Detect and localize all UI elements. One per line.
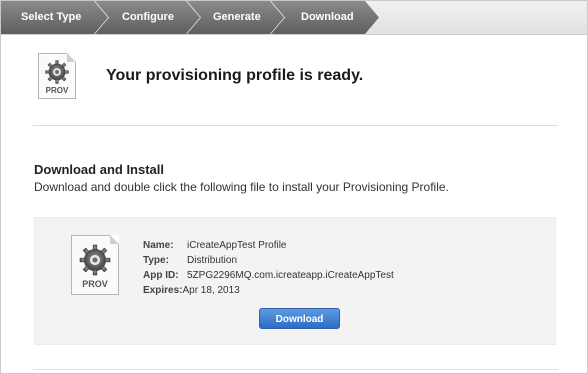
icon-caption: PROV [82,279,108,289]
step-configure[interactable]: Configure [95,1,200,34]
step-label: Download [301,11,354,23]
provisioning-profile-icon: PROV [38,53,76,99]
detail-key: App ID: [143,270,179,281]
detail-key: Type: [143,255,169,266]
download-button[interactable]: Download [259,308,340,329]
detail-row-expires: Expires:Apr 18, 2013 [143,283,394,298]
detail-value: iCreateAppTest Profile [187,240,287,251]
detail-value: Distribution [187,255,238,266]
profile-details: Name: iCreateAppTest Profile Type: Distrib… [143,238,394,298]
section-title: Download and Install [34,162,165,177]
gear-icon [45,60,69,84]
icon-caption: PROV [45,86,69,95]
step-select-type[interactable]: Select Type [1,1,108,34]
divider [33,369,558,370]
step-label: Configure [122,11,174,23]
section-description: Download and double click the following … [34,180,449,194]
page-title: Your provisioning profile is ready. [106,67,364,84]
detail-row-name: Name: iCreateAppTest Profile [143,238,394,253]
detail-value: Apr 18, 2013 [182,285,240,296]
step-breadcrumb: Select Type Configure Generate Download [1,1,587,35]
step-label: Generate [213,11,261,23]
detail-value: 5ZPG2296MQ.com.icreateapp.iCreateAppTest [187,270,394,281]
step-download[interactable]: Download [271,1,379,34]
detail-row-type: Type: Distribution [143,253,394,268]
detail-key: Name: [143,240,174,251]
detail-key: Expires: [143,285,183,296]
detail-row-app-id: App ID: 5ZPG2296MQ.com.icreateapp.iCreate… [143,268,394,283]
step-generate[interactable]: Generate [187,1,284,34]
page-frame: Select Type Configure Generate Download [0,0,588,374]
provisioning-profile-icon[interactable]: PROV [71,235,119,295]
step-label: Select Type [21,11,82,23]
gear-icon [79,244,111,276]
divider [33,125,558,126]
